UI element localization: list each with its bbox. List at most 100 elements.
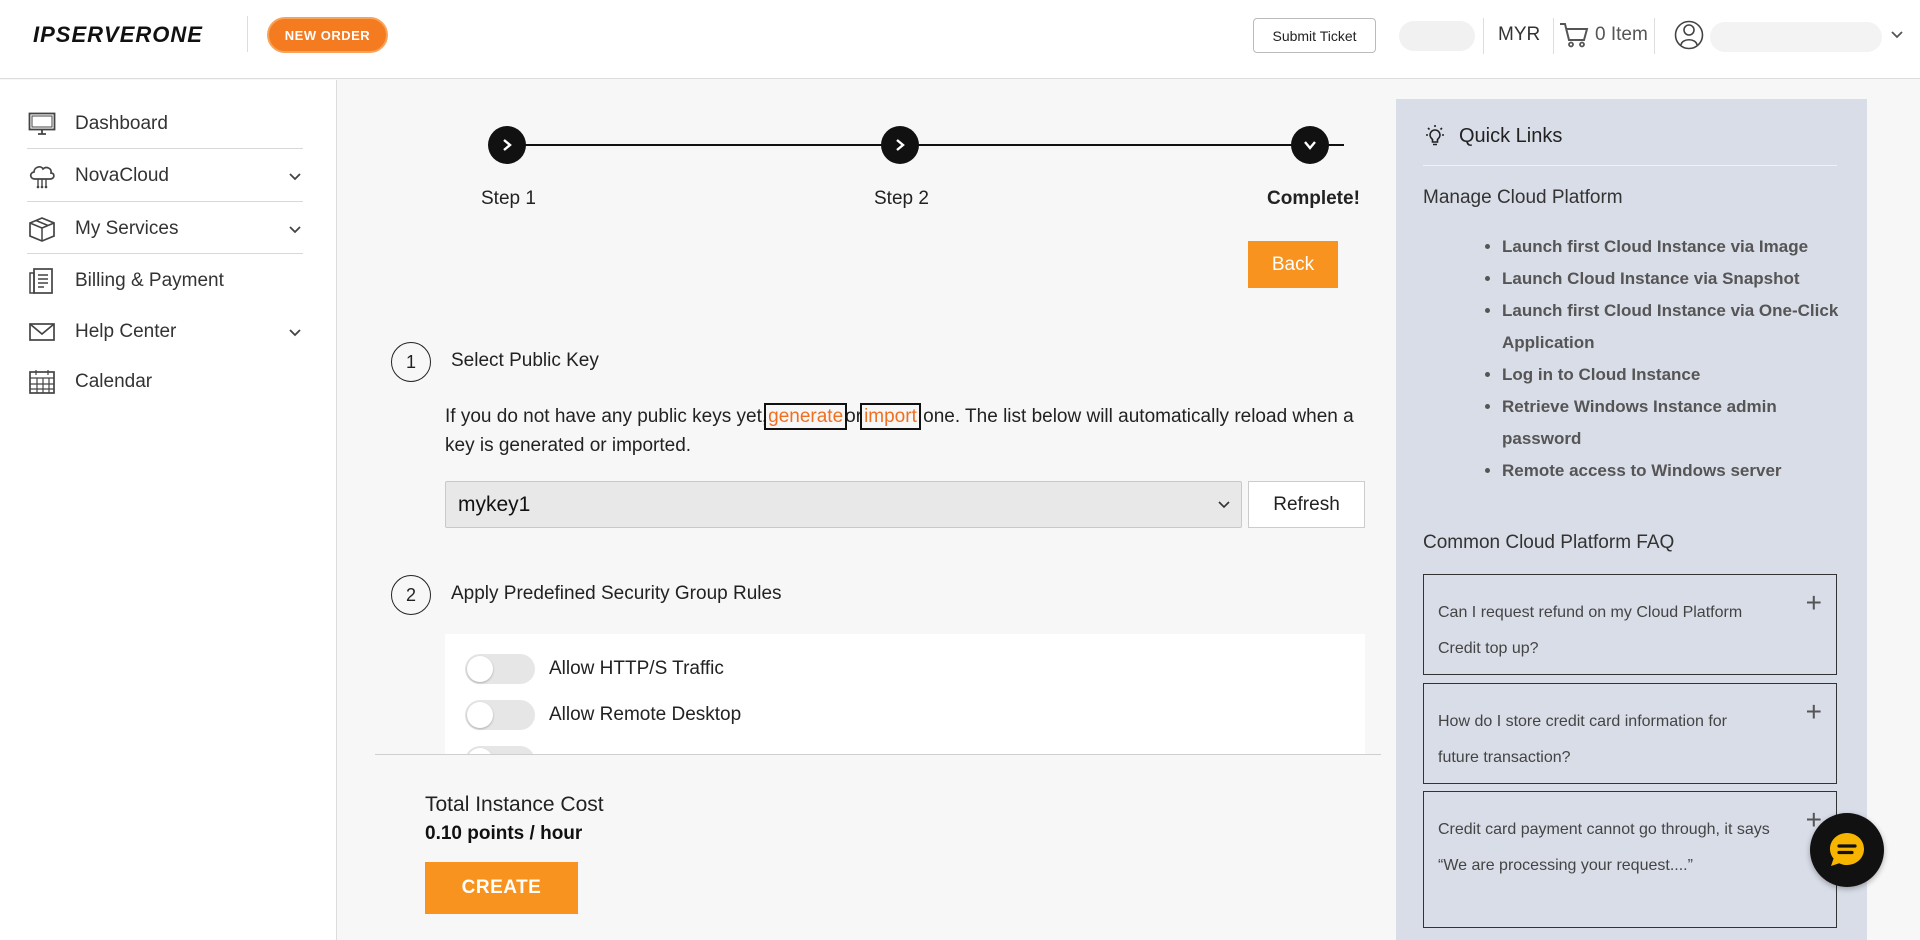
step-1-indicator xyxy=(488,126,526,164)
quick-link-item[interactable]: Launch first Cloud Instance via Image xyxy=(1502,231,1847,263)
total-cost-label: Total Instance Cost xyxy=(425,793,604,816)
lightbulb-icon xyxy=(1426,125,1444,146)
create-button[interactable]: CREATE xyxy=(425,862,578,914)
sidebar-item-label: Dashboard xyxy=(75,113,168,134)
sidebar-item-label: Calendar xyxy=(75,371,153,392)
section-1-number: 1 xyxy=(391,342,431,382)
public-key-help-text: If you do not have any public keys yet,g… xyxy=(445,403,1354,456)
quick-links-header: Quick Links xyxy=(1423,124,1562,148)
faq-item[interactable]: How do I store credit card information f… xyxy=(1423,683,1837,784)
chevron-down-icon xyxy=(1218,501,1230,509)
step-1-label: Step 1 xyxy=(481,188,536,209)
chevron-right-icon xyxy=(896,139,905,151)
receipt-icon xyxy=(27,267,57,295)
quick-links-panel: Quick Links Manage Cloud Platform Launch… xyxy=(1396,99,1867,940)
submit-ticket-button[interactable]: Submit Ticket xyxy=(1253,18,1376,53)
currency-selector[interactable]: MYR xyxy=(1498,24,1540,46)
plus-icon[interactable]: + xyxy=(1806,698,1822,726)
header-divider xyxy=(1654,18,1655,54)
quick-links-list: Launch first Cloud Instance via Image La… xyxy=(1502,231,1847,487)
sidebar-item-dashboard[interactable]: Dashboard xyxy=(27,98,303,150)
security-rules-panel: Allow HTTP/S Traffic Allow Remote Deskto… xyxy=(445,634,1365,754)
refresh-button[interactable]: Refresh xyxy=(1248,481,1365,528)
sidebar-item-billing-payment[interactable]: Billing & Payment xyxy=(27,255,303,307)
sidebar-item-label: My Services xyxy=(75,218,179,239)
selected-key-value: mykey1 xyxy=(458,492,531,516)
sidebar-item-novacloud[interactable]: NovaCloud xyxy=(27,150,303,202)
rule-label: Allow HTTP/S Traffic xyxy=(549,658,724,679)
step-3-indicator xyxy=(1291,126,1329,164)
manage-cloud-heading: Manage Cloud Platform xyxy=(1423,187,1623,208)
header-divider xyxy=(1553,18,1554,54)
sidebar-divider xyxy=(27,201,303,202)
sidebar-item-help-center[interactable]: Help Center xyxy=(27,306,303,358)
new-order-button[interactable]: NEW ORDER xyxy=(267,17,388,53)
envelope-icon xyxy=(27,318,57,346)
cloud-icon xyxy=(27,162,57,190)
section-1-title: Select Public Key xyxy=(451,350,599,371)
monitor-icon xyxy=(27,110,57,138)
user-name[interactable] xyxy=(1710,22,1882,52)
sidebar-item-my-services[interactable]: My Services xyxy=(27,203,303,255)
faq-question: Credit card payment cannot go through, i… xyxy=(1438,821,1770,874)
step-2-indicator xyxy=(881,126,919,164)
top-header: IPSERVERONE NEW ORDER Submit Ticket MYR … xyxy=(0,0,1920,79)
quick-links-title: Quick Links xyxy=(1459,124,1563,147)
stepper-line xyxy=(507,144,1344,146)
header-divider xyxy=(1483,18,1484,54)
chevron-down-icon[interactable] xyxy=(287,168,303,184)
section-2-title: Apply Predefined Security Group Rules xyxy=(451,583,782,604)
faq-item[interactable]: Can I request refund on my Cloud Platfor… xyxy=(1423,574,1837,675)
step-3-label: Complete! xyxy=(1267,188,1360,209)
chevron-right-icon xyxy=(503,139,512,151)
quick-link-item[interactable]: Retrieve Windows Instance admin password xyxy=(1502,391,1847,455)
rule-row xyxy=(465,746,549,754)
allow-http-toggle[interactable] xyxy=(465,654,535,684)
import-key-link[interactable]: import xyxy=(860,403,921,430)
quick-link-item[interactable]: Launch first Cloud Instance via One-Clic… xyxy=(1502,295,1847,359)
sidebar-item-calendar[interactable]: Calendar xyxy=(27,356,303,408)
public-key-select[interactable]: mykey1 xyxy=(445,481,1242,528)
allow-remote-desktop-toggle[interactable] xyxy=(465,700,535,730)
sidebar-divider xyxy=(27,253,303,254)
rule-toggle[interactable] xyxy=(465,746,535,754)
plus-icon[interactable]: + xyxy=(1806,589,1822,617)
cart-button[interactable]: 0 Item xyxy=(1559,22,1648,48)
rule-label: Allow Remote Desktop xyxy=(549,704,742,725)
chevron-down-icon[interactable] xyxy=(287,221,303,237)
rule-row: Allow HTTP/S Traffic xyxy=(465,654,724,684)
chevron-down-icon xyxy=(1304,141,1316,150)
cart-count: 0 Item xyxy=(1595,24,1648,45)
faq-heading: Common Cloud Platform FAQ xyxy=(1423,532,1675,553)
footer-divider xyxy=(375,754,1381,755)
faq-item[interactable]: Credit card payment cannot go through, i… xyxy=(1423,791,1837,928)
chevron-down-icon[interactable] xyxy=(1890,28,1904,42)
quick-link-item[interactable]: Log in to Cloud Instance xyxy=(1502,359,1847,391)
faq-question: Can I request refund on my Cloud Platfor… xyxy=(1438,604,1743,657)
calendar-icon xyxy=(27,368,57,396)
quick-link-item[interactable]: Launch Cloud Instance via Snapshot xyxy=(1502,263,1847,295)
sidebar-item-label: Help Center xyxy=(75,321,177,342)
sidebar: Dashboard NovaCloud My Services Billing … xyxy=(0,80,337,940)
rule-row: Allow Remote Desktop xyxy=(465,700,741,730)
sidebar-item-label: Billing & Payment xyxy=(75,270,224,291)
back-button[interactable]: Back xyxy=(1248,241,1338,288)
total-cost-value: 0.10 points / hour xyxy=(425,823,583,844)
chevron-down-icon[interactable] xyxy=(287,324,303,340)
sidebar-item-label: NovaCloud xyxy=(75,165,169,186)
faq-question: How do I store credit card information f… xyxy=(1438,713,1728,766)
chat-icon xyxy=(1830,833,1864,866)
user-avatar-icon[interactable] xyxy=(1674,19,1704,51)
chat-support-button[interactable] xyxy=(1810,813,1884,887)
section-2-number: 2 xyxy=(391,575,431,615)
header-divider xyxy=(247,16,248,52)
quick-link-item[interactable]: Remote access to Windows server xyxy=(1502,455,1847,487)
ipserverone-logo[interactable]: IPSERVERONE xyxy=(33,20,233,48)
account-balance-pill[interactable] xyxy=(1399,21,1475,51)
quick-links-divider xyxy=(1423,165,1837,166)
sidebar-divider xyxy=(27,148,303,149)
generate-key-link[interactable]: generate xyxy=(764,403,848,430)
step-2-label: Step 2 xyxy=(874,188,929,209)
cart-icon xyxy=(1560,23,1589,48)
box-icon xyxy=(27,215,57,243)
